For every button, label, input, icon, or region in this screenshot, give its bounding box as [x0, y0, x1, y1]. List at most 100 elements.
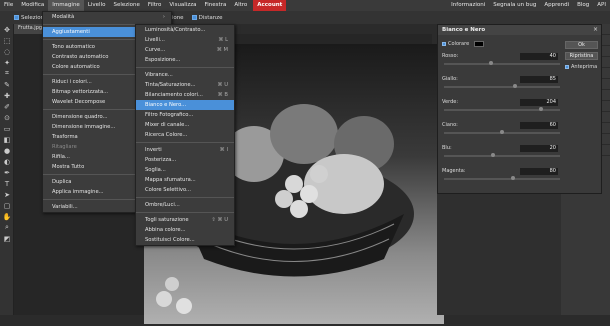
- checkbox-box: [565, 65, 569, 69]
- ok-button[interactable]: Ok: [565, 41, 598, 49]
- aggiustamenti_menu-item[interactable]: Inverti ⌘ I: [136, 145, 234, 155]
- menu-item-label: Esposizione...: [145, 57, 181, 63]
- brush-tool-icon[interactable]: ✐: [1, 101, 13, 112]
- menu-api[interactable]: API: [593, 0, 610, 11]
- slider-track[interactable]: [444, 61, 560, 65]
- hand-tool-icon[interactable]: ✋: [1, 211, 13, 222]
- aggiustamenti_menu-item[interactable]: Abbina colore...: [136, 225, 234, 235]
- slider-value-input[interactable]: 40: [520, 53, 558, 60]
- menu-separator: [136, 142, 234, 143]
- checkbox-box: [14, 15, 19, 20]
- lasso-tool-icon[interactable]: ◌: [1, 46, 13, 57]
- shortcut-label: ⇧ ⌘ U: [211, 217, 228, 223]
- menu-item-label: Rifila...: [52, 154, 70, 160]
- slider-knob[interactable]: [539, 107, 544, 111]
- blur-tool-icon[interactable]: ●: [1, 145, 13, 156]
- account-button[interactable]: Account: [253, 0, 287, 11]
- menu-blog[interactable]: Blog: [573, 0, 593, 11]
- slider-value-input[interactable]: 20: [520, 145, 558, 152]
- immagine_menu-item[interactable]: Modalità ›: [43, 12, 171, 22]
- aggiustamenti_menu-item[interactable]: Curve... ⌘ M: [136, 45, 234, 55]
- menu-visualizza[interactable]: Visualizza: [165, 0, 200, 11]
- slider-value-input[interactable]: 60: [520, 122, 558, 129]
- shortcut-label: ⌘ B: [217, 92, 228, 98]
- menu-file[interactable]: File: [0, 0, 17, 11]
- color-swatch-icon[interactable]: ◩: [1, 233, 13, 244]
- aggiustamenti_menu-item[interactable]: Bianco e Nero...: [136, 100, 234, 110]
- aggiustamenti_menu-item[interactable]: Posterizza...: [136, 155, 234, 165]
- slider-value-input[interactable]: 85: [520, 76, 558, 83]
- menu-apprendi[interactable]: Apprendi: [540, 0, 573, 11]
- menu-item-label: Modalità: [52, 14, 75, 20]
- preview-checkbox[interactable]: Anteprima: [565, 64, 597, 70]
- aggiustamenti_menu-item[interactable]: Bilanciamento colori... ⌘ B: [136, 90, 234, 100]
- aggiustamenti_menu-item[interactable]: Soglia...: [136, 165, 234, 175]
- menu-separator: [136, 67, 234, 68]
- shortcut-label: ⌘ U: [217, 82, 228, 88]
- menu-item-label: Livelli...: [145, 37, 165, 43]
- aggiustamenti_menu-item[interactable]: Tinta/Saturazione... ⌘ U: [136, 80, 234, 90]
- eyedropper-tool-icon[interactable]: ✎: [1, 79, 13, 90]
- slider-knob[interactable]: [511, 176, 516, 180]
- aggiustamenti_menu-item[interactable]: Ricerca Colore...: [136, 130, 234, 140]
- menu-item-label: Colore Selettivo...: [145, 187, 191, 193]
- path-select-tool-icon[interactable]: ➤: [1, 189, 13, 200]
- color-swatch[interactable]: [474, 41, 485, 47]
- slider-knob[interactable]: [513, 84, 518, 88]
- clone-tool-icon[interactable]: ⊙: [1, 112, 13, 123]
- fill-tool-icon[interactable]: ◧: [1, 134, 13, 145]
- slider-track[interactable]: [444, 107, 560, 111]
- aggiustamenti_menu-item[interactable]: Filtro Fotografico...: [136, 110, 234, 120]
- pen-tool-icon[interactable]: ✒: [1, 167, 13, 178]
- aggiustamenti_menu-item[interactable]: Colore Selettivo...: [136, 185, 234, 195]
- shortcut-label: ⌘ M: [216, 47, 228, 53]
- menu-modifica[interactable]: Modifica: [17, 0, 48, 11]
- aggiustamenti_menu-item[interactable]: Vibrance...: [136, 70, 234, 80]
- close-icon[interactable]: ×: [593, 26, 598, 33]
- slider-knob[interactable]: [491, 153, 496, 157]
- reset-button[interactable]: Ripristina: [565, 52, 598, 60]
- menu-finestra[interactable]: Finestra: [201, 0, 231, 11]
- aggiustamenti_menu-item[interactable]: Ombre/Luci...: [136, 200, 234, 210]
- crop-tool-icon[interactable]: ⌗: [1, 68, 13, 79]
- slider-track[interactable]: [444, 176, 560, 180]
- menu-livello[interactable]: Livello: [84, 0, 110, 11]
- eraser-tool-icon[interactable]: ▭: [1, 123, 13, 134]
- menu-segnala-bug[interactable]: Segnala un bug: [489, 0, 540, 11]
- slider-value-input[interactable]: 80: [520, 168, 558, 175]
- aggiustamenti_menu-item[interactable]: Mappa sfumatura...: [136, 175, 234, 185]
- menu-item-label: Ombre/Luci...: [145, 202, 180, 208]
- wand-tool-icon[interactable]: ✦: [1, 57, 13, 68]
- move-tool-icon[interactable]: ✥: [1, 24, 13, 35]
- menu-informazioni[interactable]: Informazioni: [447, 0, 489, 11]
- colorare-label: Colorare: [448, 41, 470, 47]
- heal-tool-icon[interactable]: ✚: [1, 90, 13, 101]
- aggiustamenti_menu-item[interactable]: Livelli... ⌘ L: [136, 35, 234, 45]
- text-tool-icon[interactable]: T: [1, 178, 13, 189]
- selezione-checkbox[interactable]: Selezion: [14, 15, 44, 21]
- aggiustamenti_menu-item[interactable]: Luminosità/Contrasto...: [136, 25, 234, 35]
- menu-filtro[interactable]: Filtro: [144, 0, 165, 11]
- colorare-checkbox[interactable]: Colorare: [442, 41, 485, 47]
- menu-immagine[interactable]: Immagine: [48, 0, 84, 11]
- slider-track[interactable]: [444, 153, 560, 157]
- shape-tool-icon[interactable]: ▢: [1, 200, 13, 211]
- slider-value-input[interactable]: 204: [520, 99, 558, 106]
- menu-item-label: Tono automatico: [52, 44, 95, 50]
- aggiustamenti_menu-item[interactable]: Esposizione...: [136, 55, 234, 65]
- menu-item-label: Riduci i colori...: [52, 79, 92, 85]
- aggiustamenti_menu-item[interactable]: Mixer di canale...: [136, 120, 234, 130]
- aggiustamenti_menu-item[interactable]: Sostituisci Colore...: [136, 235, 234, 245]
- slider-knob[interactable]: [488, 61, 493, 65]
- menu-selezione[interactable]: Selezione: [109, 0, 143, 11]
- slider-track[interactable]: [444, 130, 560, 134]
- menu-altro[interactable]: Altro: [230, 0, 251, 11]
- select-tool-icon[interactable]: ⬚: [1, 35, 13, 46]
- zoom-tool-icon[interactable]: ⌕: [1, 222, 13, 233]
- aggiustamenti_menu-item[interactable]: Togli saturazione ⇧ ⌘ U: [136, 215, 234, 225]
- menu-item-label: Filtro Fotografico...: [145, 112, 194, 118]
- distanze-checkbox[interactable]: Distanze: [191, 15, 222, 21]
- slider-track[interactable]: [444, 84, 560, 88]
- slider-knob[interactable]: [500, 130, 504, 134]
- dodge-tool-icon[interactable]: ◐: [1, 156, 13, 167]
